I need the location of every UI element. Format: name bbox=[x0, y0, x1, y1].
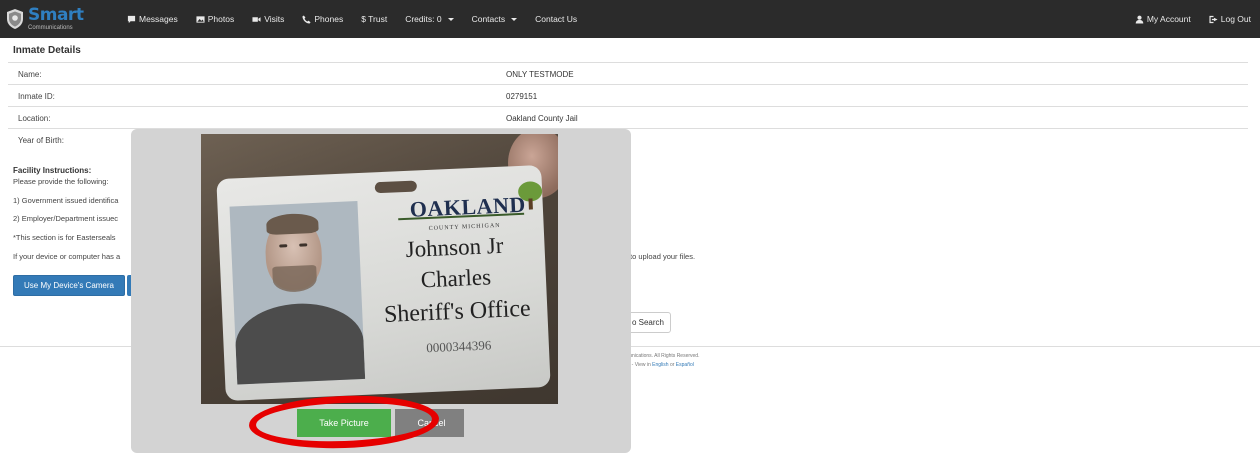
card-first-name: Charles bbox=[420, 264, 492, 293]
nav-credits-dropdown[interactable]: Credits: 0 bbox=[396, 0, 462, 38]
nav-visits[interactable]: Visits bbox=[243, 0, 293, 38]
footer-language-links: ce - View in English or Español bbox=[625, 362, 694, 368]
facility-line: 2) Employer/Department issuec bbox=[13, 214, 119, 223]
nav-my-account[interactable]: My Account bbox=[1126, 0, 1200, 38]
footer-or: or bbox=[668, 362, 676, 368]
detail-row-inmate-id: Inmate ID: 0279151 bbox=[8, 84, 1248, 106]
brand-name: Smart bbox=[28, 5, 84, 25]
id-photo-eye bbox=[279, 244, 288, 248]
card-office: Sheriff's Office bbox=[383, 295, 532, 328]
facility-line: Please provide the following: bbox=[13, 177, 109, 186]
video-icon bbox=[252, 16, 261, 22]
log-out-icon bbox=[1209, 15, 1218, 23]
detail-label: Inmate ID: bbox=[18, 92, 55, 101]
nav-photos[interactable]: Photos bbox=[187, 0, 243, 38]
nav-phones-label: Phones bbox=[314, 14, 344, 24]
nav-trust[interactable]: $ Trust bbox=[352, 0, 396, 38]
card-number: 0000344396 bbox=[426, 337, 492, 356]
detail-label: Year of Birth: bbox=[18, 136, 64, 145]
brand-subtitle: Communications bbox=[28, 25, 73, 31]
detail-label: Name: bbox=[18, 70, 42, 79]
brand-logo[interactable]: Smart Communications bbox=[0, 0, 118, 38]
page-title: Inmate Details bbox=[13, 45, 81, 56]
log-out-label: Log Out bbox=[1220, 14, 1251, 24]
nav-messages[interactable]: Messages bbox=[118, 0, 187, 38]
image-icon bbox=[196, 15, 205, 23]
card-last-name: Johnson Jr bbox=[405, 232, 504, 262]
id-photo-eye bbox=[299, 243, 308, 247]
detail-value: 0279151 bbox=[506, 92, 538, 101]
id-photo bbox=[229, 201, 366, 385]
shield-logo-icon bbox=[7, 9, 23, 29]
detail-value: ONLY TESTMODE bbox=[506, 70, 574, 79]
facility-line: 1) Government issued identifica bbox=[13, 196, 119, 205]
id-photo-body bbox=[233, 300, 366, 385]
detail-label: Location: bbox=[18, 114, 51, 123]
nav-visits-label: Visits bbox=[264, 14, 285, 24]
my-account-label: My Account bbox=[1146, 14, 1191, 24]
id-card: OAKLAND COUNTY MICHIGAN Johnson Jr Charl… bbox=[216, 165, 551, 401]
nav-phones[interactable]: Phones bbox=[293, 0, 352, 38]
nav-contacts-label: Contacts bbox=[471, 14, 506, 24]
nav-messages-label: Messages bbox=[139, 14, 178, 24]
take-picture-button[interactable]: Take Picture bbox=[297, 409, 391, 437]
nav-trust-label: $ Trust bbox=[361, 14, 388, 24]
tree-logo-icon bbox=[518, 181, 543, 210]
card-slot bbox=[374, 180, 418, 194]
nav-contact-us[interactable]: Contact Us bbox=[526, 0, 586, 38]
footer-copyright: munications. All Rights Reserved. bbox=[625, 353, 700, 359]
user-icon bbox=[1135, 15, 1144, 24]
comment-icon bbox=[127, 15, 136, 23]
english-link[interactable]: English bbox=[652, 362, 668, 368]
id-photo-beard bbox=[272, 264, 318, 293]
facility-line: If your device or computer has a bbox=[13, 252, 121, 261]
top-navbar: Smart Communications Messages Photos Vis… bbox=[0, 0, 1260, 38]
phone-icon bbox=[302, 14, 311, 24]
cancel-button[interactable]: Cancel bbox=[395, 409, 464, 437]
facility-instructions-title: Facility Instructions: bbox=[13, 166, 92, 175]
nav-photos-label: Photos bbox=[207, 14, 235, 24]
nav-log-out[interactable]: Log Out bbox=[1200, 0, 1260, 38]
use-device-camera-button[interactable]: Use My Device's Camera bbox=[13, 275, 125, 296]
espanol-link[interactable]: Español bbox=[676, 362, 694, 368]
back-to-search-button[interactable]: o Search bbox=[624, 312, 671, 333]
nav-credits-label: Credits: 0 bbox=[405, 14, 442, 24]
card-county: COUNTY MICHIGAN bbox=[428, 222, 501, 232]
detail-value: Oakland County Jail bbox=[506, 114, 578, 123]
nav-contacts-dropdown[interactable]: Contacts bbox=[463, 0, 527, 38]
upload-instructions-tail: to upload your files. bbox=[630, 252, 696, 261]
id-photo-hair bbox=[265, 212, 319, 236]
detail-row-location: Location: Oakland County Jail bbox=[8, 106, 1248, 128]
caret-down-icon bbox=[447, 17, 454, 21]
nav-contact-us-label: Contact Us bbox=[535, 14, 578, 24]
caret-down-icon bbox=[511, 17, 518, 21]
detail-row-name: Name: ONLY TESTMODE bbox=[8, 62, 1248, 84]
facility-line: *This section is for Easterseals bbox=[13, 233, 116, 242]
camera-preview: OAKLAND COUNTY MICHIGAN Johnson Jr Charl… bbox=[201, 134, 558, 404]
